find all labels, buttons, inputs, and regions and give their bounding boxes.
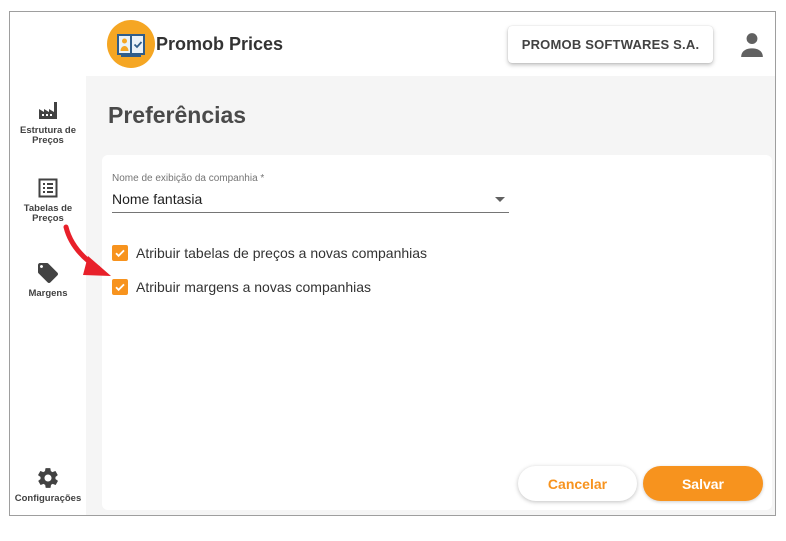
gear-icon (38, 468, 58, 488)
sidebar-item-label: Tabelas de Preços (23, 203, 73, 224)
sidebar-item-label: Margens (28, 288, 68, 299)
checkbox[interactable] (112, 279, 128, 295)
page-title: Preferências (108, 102, 247, 128)
tag-icon (38, 263, 58, 283)
app-window: Estrutura de Preços Tabelas de Preços Ma… (9, 11, 776, 516)
bottom-strip (9, 516, 776, 541)
save-button[interactable]: Salvar (643, 466, 763, 501)
preferences-card: Nome de exibição da companhia * Nome fan… (102, 155, 772, 510)
sidebar-item-estrutura-de-precos[interactable]: Estrutura de Preços (10, 98, 86, 146)
checkbox-assign-margins[interactable]: Atribuir margens a novas companhias (112, 278, 371, 296)
top-header: Promob Prices PROMOB SOFTWARES S.A. (86, 12, 775, 76)
sidebar-item-tabelas-de-precos[interactable]: Tabelas de Preços (10, 176, 86, 224)
sidebar-item-margens[interactable]: Margens (10, 261, 86, 299)
sidebar-item-label: Estrutura de Preços (20, 125, 76, 146)
sidebar: Estrutura de Preços Tabelas de Preços Ma… (10, 12, 86, 515)
display-name-label: Nome de exibição da companhia * (112, 173, 265, 184)
sidebar-item-label: Configurações (14, 493, 82, 504)
checkmark-icon (115, 283, 125, 292)
cancel-button[interactable]: Cancelar (518, 466, 637, 501)
checkbox-label: Atribuir tabelas de preços a novas compa… (136, 245, 428, 261)
checkmark-icon (115, 249, 125, 258)
sidebar-header (10, 12, 86, 76)
sidebar-item-configuracoes[interactable]: Configurações (10, 466, 86, 504)
checkbox-label: Atribuir margens a novas companhias (136, 279, 372, 295)
select-underline (112, 212, 509, 213)
logo-icon (117, 34, 145, 57)
dropdown-arrow-icon[interactable] (495, 197, 505, 202)
app-title: Promob Prices (156, 34, 284, 54)
factory-icon (39, 102, 57, 119)
list-icon (38, 178, 58, 198)
company-selector-button[interactable]: PROMOB SOFTWARES S.A. (508, 26, 713, 63)
checkbox[interactable] (112, 245, 128, 261)
user-account-icon[interactable] (739, 31, 765, 57)
display-name-select[interactable]: Nome fantasia (112, 191, 202, 207)
checkbox-assign-price-tables[interactable]: Atribuir tabelas de preços a novas compa… (112, 244, 427, 262)
app-logo (107, 20, 155, 68)
